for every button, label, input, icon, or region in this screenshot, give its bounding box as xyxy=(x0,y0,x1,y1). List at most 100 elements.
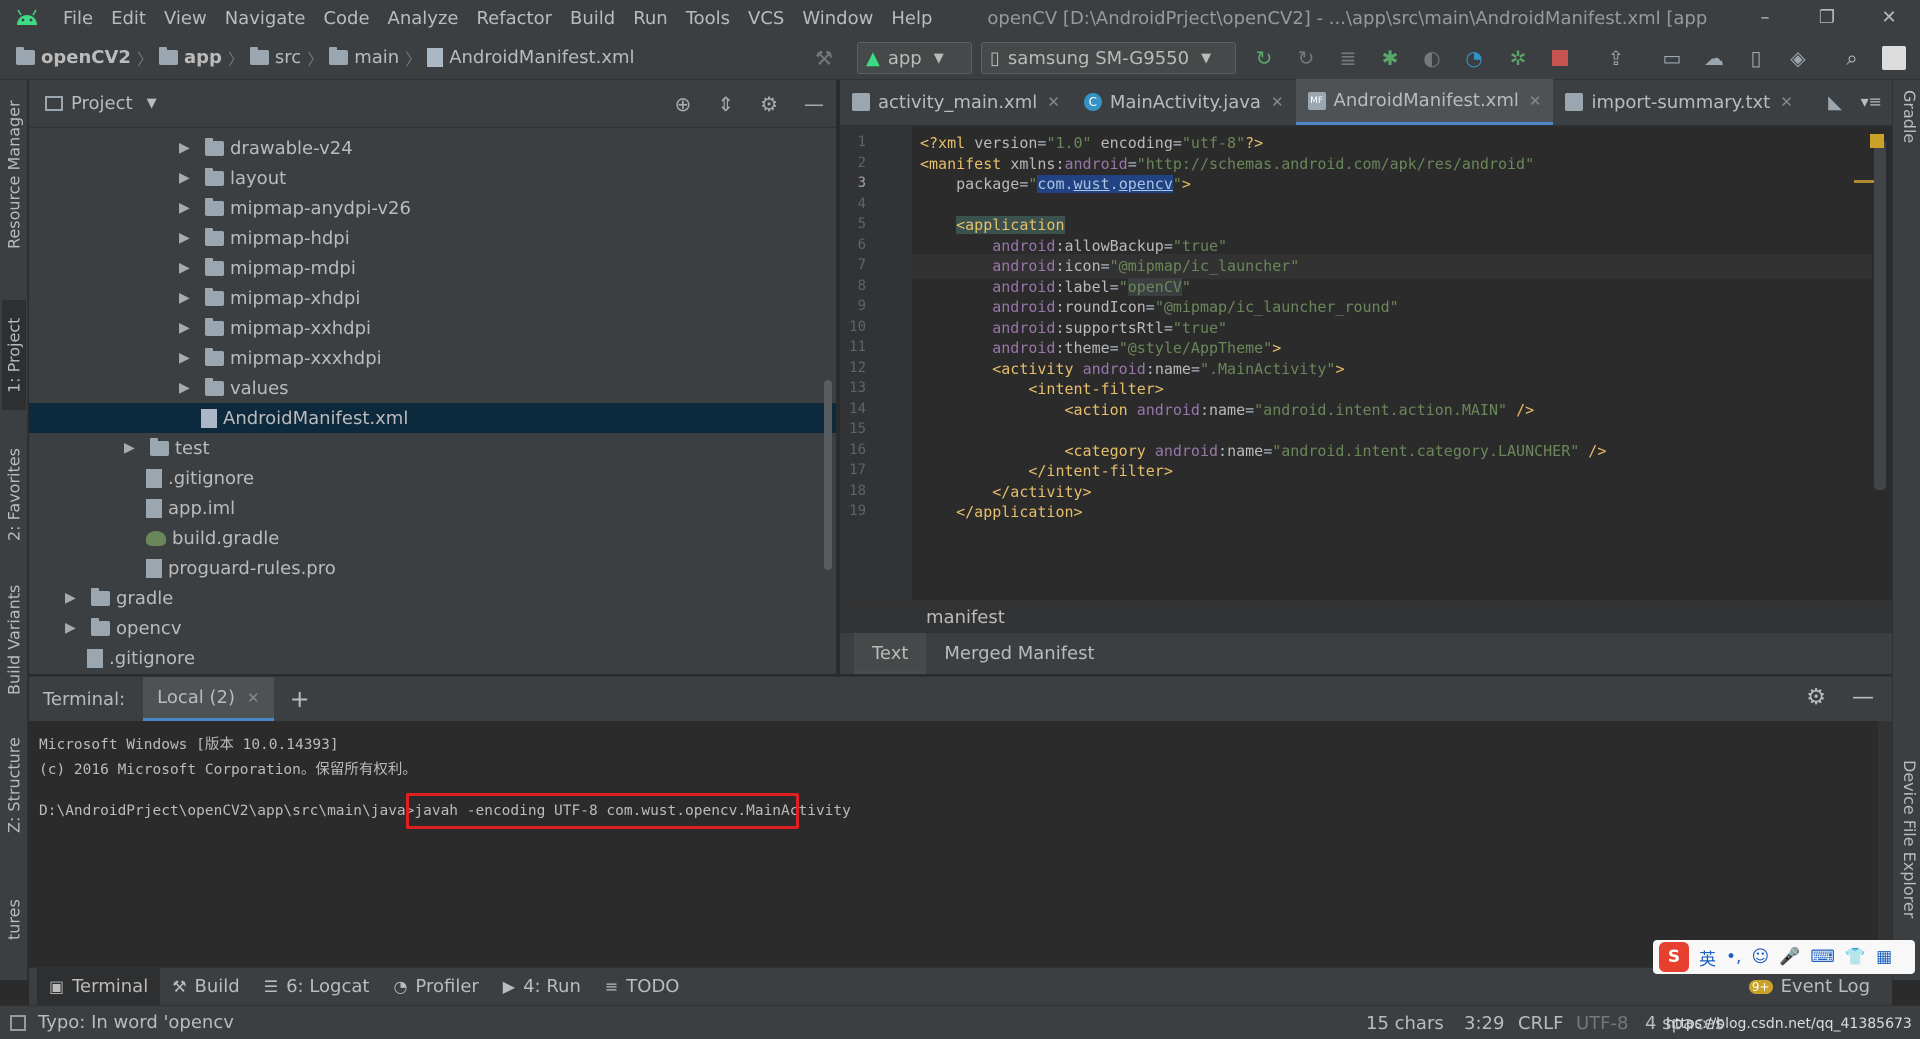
expand-arrow-icon[interactable]: ▶ xyxy=(179,170,197,186)
menu-tools[interactable]: Tools xyxy=(677,8,739,29)
tree-item[interactable]: proguard-rules.pro xyxy=(29,553,836,583)
microphone-icon[interactable]: 🎤 xyxy=(1779,947,1800,967)
breadcrumb-src[interactable]: src xyxy=(275,47,301,68)
tree-item[interactable]: ▶ mipmap-mdpi xyxy=(29,253,836,283)
code-line[interactable]: <application xyxy=(920,216,1065,234)
debug-icon[interactable]: ✱ xyxy=(1378,46,1402,70)
minimize-panel-icon[interactable]: — xyxy=(1852,685,1874,710)
menu-navigate[interactable]: Navigate xyxy=(216,8,315,29)
expand-arrow-icon[interactable]: ▶ xyxy=(124,440,142,456)
structure-tab[interactable]: Z: Structure xyxy=(2,730,26,840)
close-icon[interactable]: ✕ xyxy=(247,689,260,707)
expand-arrow-icon[interactable]: ▶ xyxy=(179,320,197,336)
profile-icon[interactable]: ◔ xyxy=(1462,46,1486,70)
tab-merged-manifest[interactable]: Merged Manifest xyxy=(926,633,1112,674)
menu-vcs[interactable]: VCS xyxy=(739,8,793,29)
run-tool-button[interactable]: ▶ 4: Run xyxy=(491,968,593,1006)
highlight-marker[interactable] xyxy=(1854,180,1874,183)
menu-edit[interactable]: Edit xyxy=(102,8,155,29)
expand-arrow-icon[interactable]: ▶ xyxy=(179,200,197,216)
close-icon[interactable]: ✕ xyxy=(1780,93,1793,111)
code-line[interactable]: package="com.wust.opencv"> xyxy=(920,175,1191,193)
tree-item[interactable]: app.iml xyxy=(29,493,836,523)
menu-run[interactable]: Run xyxy=(624,8,677,29)
sync-project-icon[interactable]: ⇪ xyxy=(1604,46,1628,70)
tree-item[interactable]: build.gradle xyxy=(29,523,836,553)
restore-button[interactable]: ❐ xyxy=(1796,0,1858,36)
tree-item[interactable]: ▶ test xyxy=(29,433,836,463)
gear-icon[interactable]: ⚙ xyxy=(1806,685,1826,710)
coverage-icon[interactable]: ◐ xyxy=(1420,46,1444,70)
menu-build[interactable]: Build xyxy=(561,8,624,29)
build-variants-tab[interactable]: Build Variants xyxy=(2,580,26,700)
code-line[interactable]: android:supportsRtl="true" xyxy=(920,319,1227,337)
expand-arrow-icon[interactable]: ▶ xyxy=(65,620,83,636)
collapse-all-icon[interactable]: ⇕ xyxy=(717,92,734,116)
tab-import-summary-txt[interactable]: import-summary.txt ✕ xyxy=(1553,79,1804,125)
skin-icon[interactable]: 👕 xyxy=(1845,947,1866,967)
build-tool-button[interactable]: ⚒ Build xyxy=(160,968,252,1006)
code-line[interactable]: <category android:name="android.intent.c… xyxy=(920,442,1607,460)
device-select[interactable]: ▯ samsung SM-G9550 ▼ xyxy=(981,42,1236,74)
gear-icon[interactable]: ⚙ xyxy=(760,92,778,116)
expand-arrow-icon[interactable]: ▶ xyxy=(179,380,197,396)
tab-mainactivity-java[interactable]: C MainActivity.java ✕ xyxy=(1072,79,1296,125)
ime-language[interactable]: 英 xyxy=(1699,945,1716,970)
chevron-down-icon[interactable]: ▼ xyxy=(147,96,157,111)
apply-changes-icon[interactable]: ↻ xyxy=(1294,46,1318,70)
tree-item[interactable]: ▶ opencv xyxy=(29,613,836,643)
caret-position[interactable]: 3:29 xyxy=(1464,1013,1504,1034)
project-tab[interactable]: 1: Project xyxy=(2,300,26,410)
editor-scrollbar[interactable] xyxy=(1874,140,1886,490)
tree-item[interactable]: ▶ drawable-v24 xyxy=(29,133,836,163)
resource-manager-tab[interactable]: Resource Manager xyxy=(2,90,26,260)
expand-arrow-icon[interactable]: ▶ xyxy=(179,140,197,156)
menu-refactor[interactable]: Refactor xyxy=(467,8,561,29)
menu-file[interactable]: File xyxy=(54,8,102,29)
code-line[interactable]: </intent-filter> xyxy=(920,462,1173,480)
expand-arrow-icon[interactable]: ▶ xyxy=(179,350,197,366)
tree-item[interactable]: ▶ gradle xyxy=(29,583,836,613)
expand-arrow-icon[interactable]: ▶ xyxy=(179,290,197,306)
code-line[interactable]: <manifest xmlns:android="http://schemas.… xyxy=(920,155,1534,173)
tree-item[interactable]: ▶ mipmap-xxxhdpi xyxy=(29,343,836,373)
tab-text[interactable]: Text xyxy=(854,633,927,674)
tree-item[interactable]: ▶ mipmap-xhdpi xyxy=(29,283,836,313)
line-separator[interactable]: CRLF xyxy=(1518,1013,1563,1034)
tree-item[interactable]: ▶ layout xyxy=(29,163,836,193)
captures-tab[interactable]: tures xyxy=(2,890,26,950)
scrollbar[interactable] xyxy=(824,380,832,570)
gradle-tab[interactable]: Gradle xyxy=(1895,90,1919,190)
code-line[interactable]: android:allowBackup="true" xyxy=(920,237,1227,255)
code-line[interactable]: </activity> xyxy=(920,483,1091,501)
expand-arrow-icon[interactable]: ▶ xyxy=(179,260,197,276)
file-encoding[interactable]: UTF-8 xyxy=(1576,1013,1628,1034)
breadcrumb-app[interactable]: app xyxy=(184,47,222,68)
layout-inspector-icon[interactable]: ◈ xyxy=(1786,46,1810,70)
menu-window[interactable]: Window xyxy=(793,8,882,29)
stop-icon[interactable] xyxy=(1548,46,1572,70)
minimize-button[interactable]: – xyxy=(1734,0,1796,36)
new-session-icon[interactable]: + xyxy=(290,685,310,713)
search-icon[interactable]: ⌕ xyxy=(1840,46,1864,70)
code-line[interactable]: <action android:name="android.intent.act… xyxy=(920,401,1535,419)
code-line[interactable]: android:theme="@style/AppTheme"> xyxy=(920,339,1281,357)
avd-manager-icon[interactable]: ▭ xyxy=(1660,46,1684,70)
favorites-tab[interactable]: 2: Favorites xyxy=(2,440,26,550)
editor-breadcrumb[interactable]: manifest xyxy=(840,600,1892,633)
breadcrumb-main[interactable]: main xyxy=(354,47,399,68)
device-file-explorer-tab[interactable]: Device File Explorer xyxy=(1895,760,1919,960)
todo-tool-button[interactable]: ≡ TODO xyxy=(593,968,692,1006)
close-icon[interactable]: ✕ xyxy=(1529,92,1542,110)
profiler-tool-button[interactable]: ◔ Profiler xyxy=(381,968,490,1006)
code-line[interactable]: android:label="openCV" xyxy=(920,277,1191,296)
tree-item[interactable]: .gitignore xyxy=(29,643,836,673)
menu-help[interactable]: Help xyxy=(882,8,941,29)
tree-item[interactable]: ▶ mipmap-hdpi xyxy=(29,223,836,253)
device-manager-icon[interactable]: ▯ xyxy=(1744,46,1768,70)
menu-code[interactable]: Code xyxy=(314,8,378,29)
tab-androidmanifest-xml[interactable]: MF AndroidManifest.xml ✕ xyxy=(1295,79,1554,125)
emoji-icon[interactable]: ☺ xyxy=(1751,947,1769,967)
tree-item[interactable]: ▶ mipmap-xxhdpi xyxy=(29,313,836,343)
minimize-panel-icon[interactable]: — xyxy=(804,92,824,116)
